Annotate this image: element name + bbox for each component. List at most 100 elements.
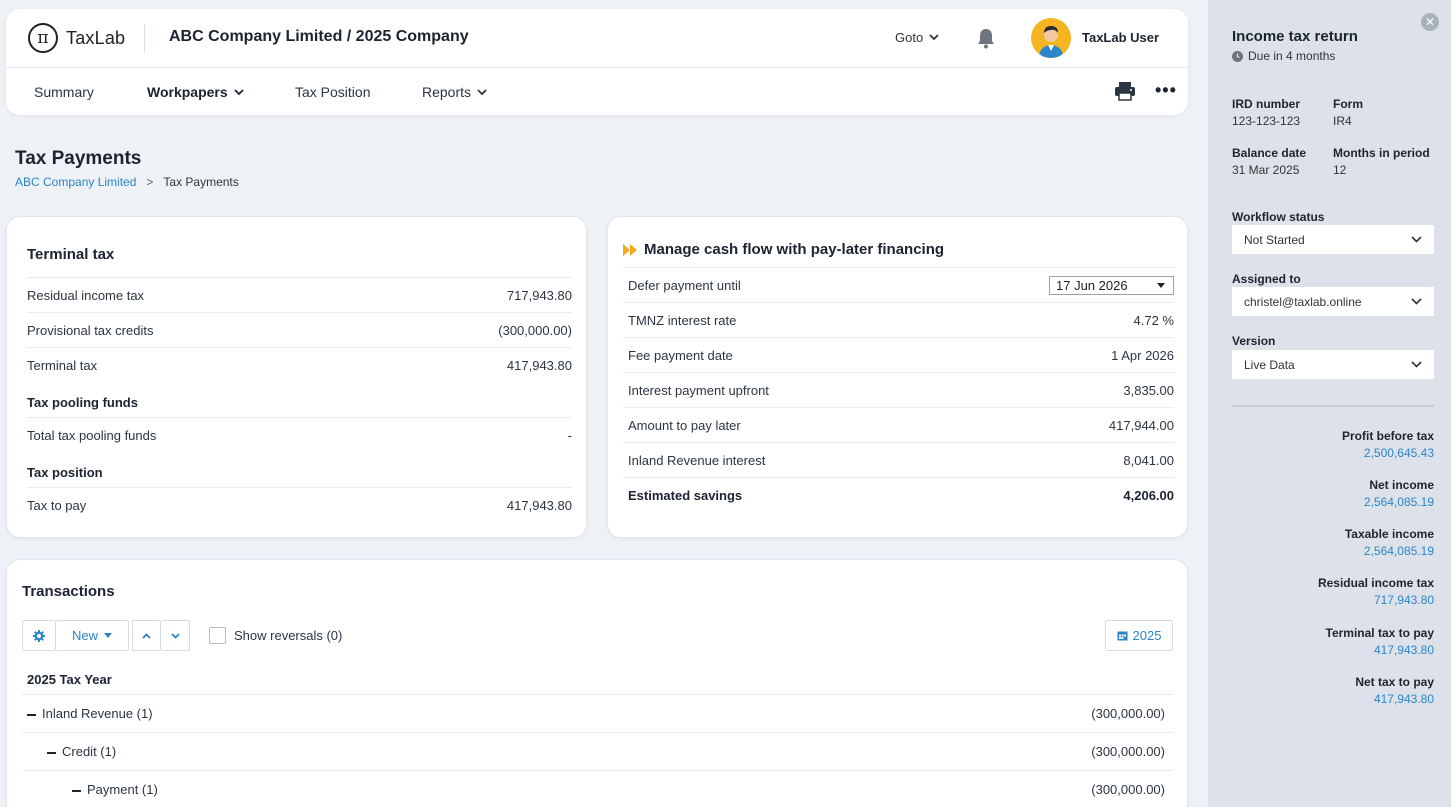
avatar[interactable] [1031, 18, 1071, 58]
top-bar: π TaxLab ABC Company Limited / 2025 Comp… [6, 9, 1188, 68]
collapse-icon[interactable] [27, 713, 36, 716]
ird-number-value: 123-123-123 [1232, 114, 1301, 128]
expand-down-button[interactable] [161, 620, 190, 651]
chevron-down-icon [1411, 361, 1422, 368]
terminal-tax-to-pay-label: Terminal tax to pay [1325, 626, 1434, 640]
version-value: Live Data [1244, 357, 1295, 372]
year-filter-label: 2025 [1132, 628, 1162, 643]
bell-icon[interactable] [976, 27, 996, 52]
settings-new-group: New [22, 620, 129, 651]
print-icon[interactable] [1114, 81, 1136, 104]
cashflow-card: Manage cash flow with pay-later financin… [607, 216, 1188, 538]
goto-dropdown[interactable]: Goto [895, 30, 939, 45]
row-label: Fee payment date [628, 347, 733, 363]
breadcrumb-parent-link[interactable]: ABC Company Limited [15, 175, 136, 189]
defer-date-select[interactable]: 17 Jun 2026 [1049, 275, 1174, 295]
row-value: 4.72 % [1133, 312, 1174, 328]
residual-income-tax-value[interactable]: 717,943.80 [1374, 593, 1434, 607]
row-label: Provisional tax credits [27, 322, 154, 338]
calendar-icon [1117, 631, 1128, 641]
show-reversals-checkbox[interactable] [209, 627, 226, 644]
close-icon[interactable]: ✕ [1421, 13, 1439, 31]
new-button[interactable]: New [56, 620, 129, 651]
username[interactable]: TaxLab User [1082, 30, 1159, 45]
row-label: Defer payment until [628, 277, 741, 293]
year-filter-button[interactable]: 2025 [1105, 620, 1173, 651]
version-label: Version [1232, 334, 1276, 348]
profit-before-tax-value[interactable]: 2,500,645.43 [1364, 446, 1434, 460]
table-row: Amount to pay later 417,944.00 [623, 407, 1174, 442]
show-reversals-label: Show reversals (0) [234, 628, 343, 643]
tree-row[interactable]: Inland Revenue (1) (300,000.00) [22, 694, 1173, 732]
terminal-tax-title: Terminal tax [27, 246, 115, 263]
table-row: Fee payment date 1 Apr 2026 [623, 337, 1174, 372]
estimated-savings-label: Estimated savings [628, 487, 743, 503]
taxable-income-value[interactable]: 2,564,085.19 [1364, 544, 1434, 558]
row-label: TMNZ interest rate [628, 312, 737, 328]
row-label: Amount to pay later [628, 417, 741, 433]
tree-row-label: Inland Revenue (1) [42, 706, 153, 721]
taxlab-logo[interactable]: π TaxLab [28, 23, 125, 53]
tree-row-label: Payment (1) [87, 782, 158, 797]
divider [144, 24, 145, 52]
income-tax-return-panel: ✕ Income tax return Due in 4 months IRD … [1208, 0, 1451, 807]
nav-summary[interactable]: Summary [34, 84, 94, 100]
tax-pooling-heading: Tax pooling funds [27, 395, 138, 410]
row-value: 1 Apr 2026 [1111, 347, 1174, 363]
row-label: Terminal tax [27, 357, 98, 373]
more-options-icon[interactable]: ••• [1155, 80, 1177, 101]
version-select[interactable]: Live Data [1232, 350, 1434, 379]
tree-row-value: (300,000.00) [1091, 782, 1165, 797]
header-card: π TaxLab ABC Company Limited / 2025 Comp… [6, 9, 1188, 115]
table-row: Tax to pay 417,943.80 [27, 487, 572, 522]
nav-workpapers[interactable]: Workpapers [147, 84, 244, 100]
workflow-status-label: Workflow status [1232, 210, 1325, 224]
chevron-down-icon [1411, 298, 1422, 305]
collapse-up-button[interactable] [132, 620, 161, 651]
breadcrumb-current: Tax Payments [163, 175, 239, 189]
gear-icon [33, 629, 45, 642]
taxable-income-label: Taxable income [1344, 527, 1434, 541]
cashflow-header: Manage cash flow with pay-later financin… [623, 241, 944, 258]
months-value: 12 [1333, 163, 1347, 177]
breadcrumb-separator: > [146, 175, 154, 189]
table-row: TMNZ interest rate 4.72 % [623, 302, 1174, 337]
table-row: Total tax pooling funds - [27, 417, 572, 452]
assigned-to-value: christel@taxlab.online [1244, 294, 1362, 309]
nav-summary-label: Summary [34, 84, 94, 100]
nav-tax-position[interactable]: Tax Position [295, 84, 370, 100]
caret-down-icon [1157, 282, 1165, 288]
ird-number-label: IRD number [1232, 97, 1301, 111]
terminal-tax-card: Terminal tax Residual income tax 717,943… [6, 216, 587, 538]
row-label: Inland Revenue interest [628, 452, 766, 468]
workflow-status-select[interactable]: Not Started [1232, 225, 1434, 254]
assigned-to-select[interactable]: christel@taxlab.online [1232, 287, 1434, 316]
breadcrumb: ABC Company Limited > Tax Payments [15, 175, 239, 189]
nav-reports[interactable]: Reports [422, 84, 487, 100]
chevron-down-icon [1411, 236, 1422, 243]
form-label: Form [1333, 97, 1363, 111]
profit-before-tax-label: Profit before tax [1341, 429, 1434, 443]
logo-icon: π [28, 23, 58, 53]
panel-title: Income tax return [1232, 28, 1358, 45]
tax-position-heading: Tax position [27, 465, 103, 480]
row-value: 717,943.80 [506, 287, 572, 303]
logo-text: TaxLab [66, 27, 126, 48]
net-income-value[interactable]: 2,564,085.19 [1364, 495, 1434, 509]
collapse-icon[interactable] [72, 789, 81, 792]
settings-button[interactable] [22, 620, 56, 651]
collapse-icon[interactable] [47, 751, 56, 754]
table-row: Interest payment upfront 3,835.00 [623, 372, 1174, 407]
show-reversals-toggle[interactable]: Show reversals (0) [209, 620, 342, 651]
row-value: 8,041.00 [1123, 452, 1174, 468]
tree-row[interactable]: Credit (1) (300,000.00) [22, 732, 1173, 770]
workflow-status-value: Not Started [1244, 232, 1305, 247]
net-tax-to-pay-value[interactable]: 417,943.80 [1374, 692, 1434, 706]
sort-group [132, 620, 190, 651]
table-row: Terminal tax 417,943.80 [27, 347, 572, 382]
terminal-tax-to-pay-value[interactable]: 417,943.80 [1374, 643, 1434, 657]
transactions-toolbar: New Show reversals (0) [22, 620, 342, 651]
tree-row[interactable]: Payment (1) (300,000.00) [22, 770, 1173, 807]
row-value: 417,944.00 [1108, 417, 1174, 433]
table-row: Estimated savings 4,206.00 [623, 477, 1174, 512]
